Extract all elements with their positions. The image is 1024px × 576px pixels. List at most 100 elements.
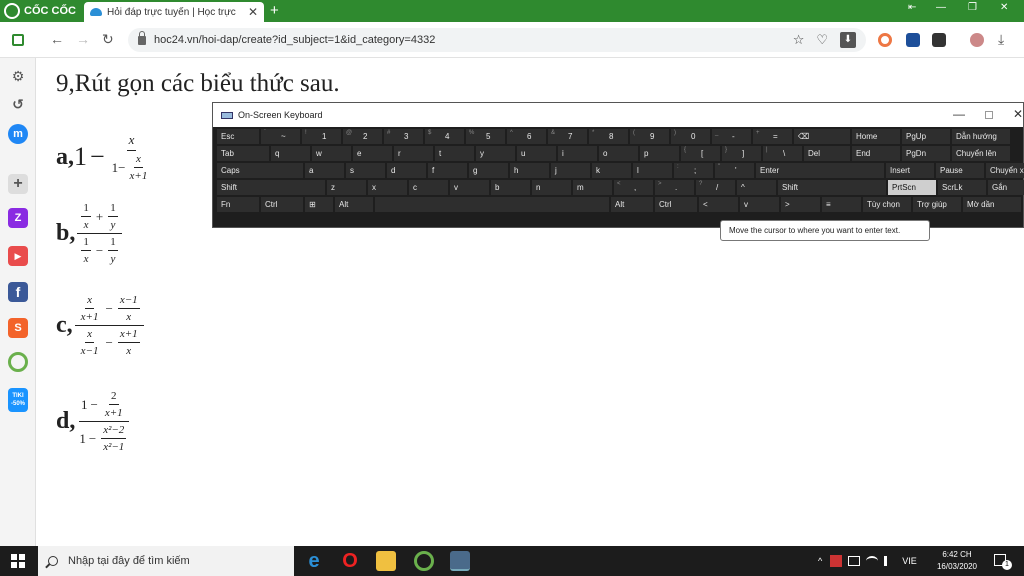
- osk-key[interactable]: p: [640, 146, 679, 161]
- osk-close-button[interactable]: ✕: [1013, 107, 1023, 121]
- windows-start-icon[interactable]: [11, 554, 25, 568]
- rewind-icon[interactable]: ⇤: [908, 2, 916, 13]
- osk-key[interactable]: q: [271, 146, 310, 161]
- osk-key[interactable]: d: [387, 163, 426, 178]
- osk-key[interactable]: v: [450, 180, 489, 195]
- sidebar-toggle-icon[interactable]: [12, 34, 24, 46]
- osk-key[interactable]: g: [469, 163, 508, 178]
- file-explorer-icon[interactable]: [376, 551, 396, 571]
- osk-key[interactable]: Mờ dần: [963, 197, 1021, 212]
- osk-key[interactable]: Trợ giúp: [913, 197, 961, 212]
- osk-maximize-button[interactable]: [985, 111, 993, 119]
- osk-key[interactable]: [375, 197, 609, 212]
- osk-key[interactable]: \: [763, 146, 802, 161]
- osk-key[interactable]: Dẫn hướng: [952, 129, 1010, 144]
- osk-key[interactable]: a: [305, 163, 344, 178]
- language-indicator[interactable]: VIE: [902, 556, 917, 566]
- osk-key[interactable]: Tab: [217, 146, 269, 161]
- osk-key[interactable]: PgDn: [902, 146, 950, 161]
- osk-key[interactable]: 8: [589, 129, 628, 144]
- history-icon[interactable]: ↺: [8, 94, 28, 114]
- osk-key[interactable]: Home: [852, 129, 900, 144]
- coccoc-taskbar-icon[interactable]: [414, 551, 434, 571]
- osk-key[interactable]: ≡: [822, 197, 861, 212]
- osk-key[interactable]: PrtScn: [888, 180, 936, 195]
- osk-key[interactable]: [: [681, 146, 720, 161]
- osk-key[interactable]: j: [551, 163, 590, 178]
- extension-incognito-icon[interactable]: [932, 33, 946, 47]
- taskbar-search[interactable]: Nhập tại đây để tìm kiếm: [38, 546, 294, 576]
- downloads-icon[interactable]: ⤓: [998, 31, 1004, 48]
- battery-icon[interactable]: [848, 556, 861, 566]
- osk-key[interactable]: b: [491, 180, 530, 195]
- osk-key[interactable]: Enter: [756, 163, 884, 178]
- forward-button[interactable]: →: [76, 31, 90, 47]
- osk-key[interactable]: ;: [674, 163, 713, 178]
- messenger-icon[interactable]: m: [8, 124, 28, 144]
- restore-button[interactable]: ❐: [968, 2, 977, 13]
- osk-key[interactable]: ~: [261, 129, 300, 144]
- osk-key[interactable]: y: [476, 146, 515, 161]
- tab-hoi-dap[interactable]: Hỏi đáp trực tuyến | Học trực ✕: [84, 2, 264, 22]
- profile-avatar[interactable]: [970, 33, 984, 47]
- minimize-button[interactable]: —: [936, 2, 946, 13]
- osk-key[interactable]: c: [409, 180, 448, 195]
- osk-key[interactable]: m: [573, 180, 612, 195]
- osk-key[interactable]: i: [558, 146, 597, 161]
- bookmark-star-icon[interactable]: ☆: [793, 32, 805, 48]
- osk-key[interactable]: k: [592, 163, 631, 178]
- osk-key[interactable]: 0: [671, 129, 710, 144]
- osk-key[interactable]: Tùy chọn: [863, 197, 911, 212]
- osk-key[interactable]: Alt: [611, 197, 653, 212]
- osk-key[interactable]: ⌫: [794, 129, 850, 144]
- osk-taskbar-icon[interactable]: [450, 551, 470, 571]
- osk-key[interactable]: l: [633, 163, 672, 178]
- wifi-icon[interactable]: [866, 556, 879, 566]
- osk-key[interactable]: ⊞: [305, 197, 333, 212]
- osk-key[interactable]: Gắn: [988, 180, 1024, 195]
- add-shortcut-icon[interactable]: +: [8, 174, 28, 194]
- antivirus-icon[interactable]: [830, 555, 843, 567]
- osk-key[interactable]: Ctrl: [655, 197, 697, 212]
- tab-close-icon[interactable]: ✕: [248, 5, 258, 19]
- osk-key[interactable]: 9: [630, 129, 669, 144]
- osk-key[interactable]: Shift: [778, 180, 886, 195]
- youtube-icon[interactable]: ▶: [8, 246, 28, 266]
- osk-key[interactable]: o: [599, 146, 638, 161]
- extension-j-icon[interactable]: [906, 33, 920, 47]
- osk-key[interactable]: f: [428, 163, 467, 178]
- osk-key[interactable]: n: [532, 180, 571, 195]
- osk-key[interactable]: t: [435, 146, 474, 161]
- window-close-button[interactable]: ✕: [1000, 2, 1008, 13]
- edge-icon[interactable]: e: [304, 551, 324, 571]
- osk-key[interactable]: x: [368, 180, 407, 195]
- url-text[interactable]: hoc24.vn/hoi-dap/create?id_subject=1&id_…: [154, 34, 435, 46]
- new-tab-button[interactable]: +: [270, 2, 279, 19]
- osk-key[interactable]: End: [852, 146, 900, 161]
- osk-key[interactable]: v: [740, 197, 779, 212]
- zalo-icon[interactable]: Z: [8, 208, 28, 228]
- osk-key[interactable]: Chuyển lên: [952, 146, 1010, 161]
- osk-key[interactable]: e: [353, 146, 392, 161]
- osk-key[interactable]: h: [510, 163, 549, 178]
- volume-icon[interactable]: [884, 556, 894, 566]
- osk-key[interactable]: ^: [737, 180, 776, 195]
- extension-chrome-icon[interactable]: [878, 33, 892, 47]
- osk-key[interactable]: PgUp: [902, 129, 950, 144]
- osk-key[interactable]: <: [699, 197, 738, 212]
- settings-gear-icon[interactable]: ⚙: [8, 66, 28, 86]
- osk-key[interactable]: ScrLk: [938, 180, 986, 195]
- osk-key[interactable]: Esc: [217, 129, 259, 144]
- osk-key[interactable]: w: [312, 146, 351, 161]
- osk-key[interactable]: >: [781, 197, 820, 212]
- taskbar-clock[interactable]: 6:42 CH 16/03/2020: [928, 549, 986, 573]
- osk-key[interactable]: Fn: [217, 197, 259, 212]
- osk-key[interactable]: Caps: [217, 163, 303, 178]
- facebook-icon[interactable]: f: [8, 282, 28, 302]
- tray-expand-icon[interactable]: ^: [818, 556, 822, 566]
- osk-minimize-button[interactable]: —: [953, 107, 965, 121]
- osk-key[interactable]: Alt: [335, 197, 373, 212]
- osk-key[interactable]: r: [394, 146, 433, 161]
- osk-key[interactable]: z: [327, 180, 366, 195]
- reload-button[interactable]: ↻: [102, 31, 114, 48]
